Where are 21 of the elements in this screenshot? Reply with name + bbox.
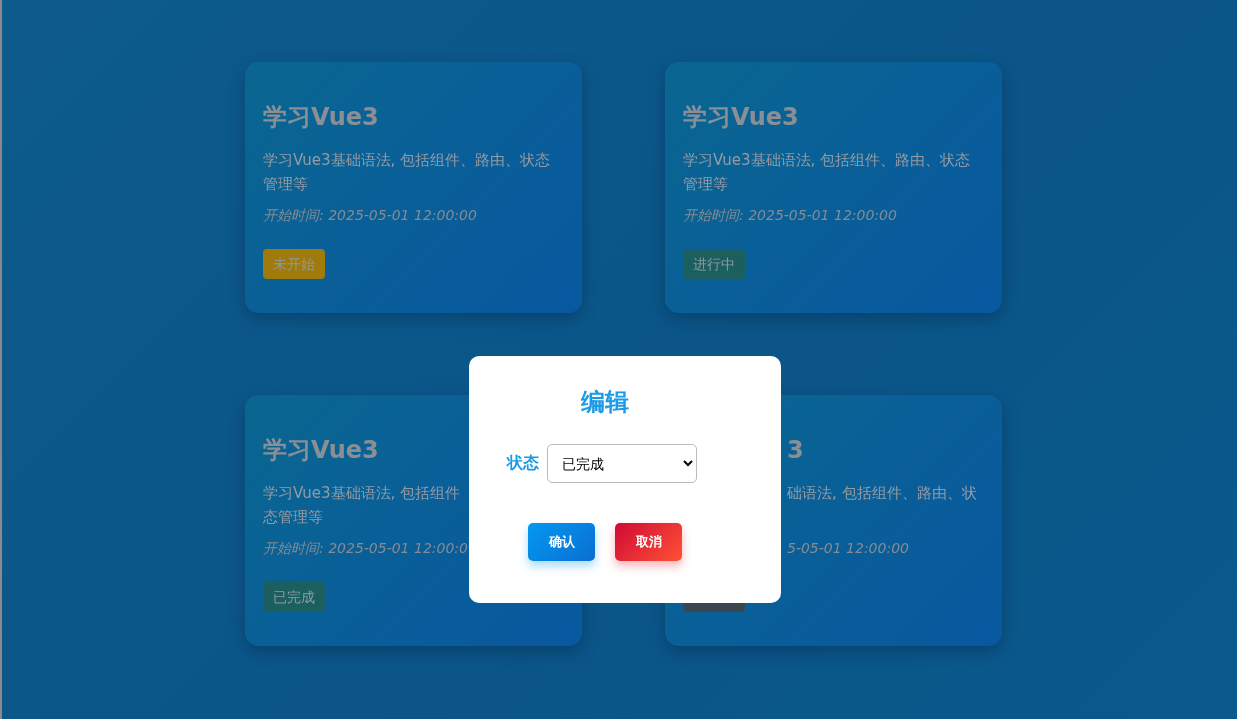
confirm-button[interactable]: 确认: [528, 523, 595, 561]
card-description: 态管理等: [263, 507, 323, 528]
card-description: 学习Vue3基础语法, 包括组件: [263, 483, 461, 504]
start-time: 开始时间: 2025-05-01 12:00:0: [263, 540, 468, 558]
card-description: 础语法, 包括组件、路由、状: [787, 483, 977, 504]
status-select[interactable]: 已完成: [547, 444, 697, 483]
card-description: 学习Vue3基础语法, 包括组件、路由、状态管理等: [683, 150, 972, 195]
card-title: 3: [787, 435, 804, 465]
card-title: 学习Vue3: [683, 102, 799, 132]
status-badge: 进行中: [683, 249, 745, 279]
dialog-title: 编辑: [580, 387, 630, 418]
start-time: 5-05-01 12:00:00: [787, 540, 909, 556]
card-title: 学习Vue3: [263, 102, 379, 132]
field-label: 状态: [507, 453, 539, 474]
card-description: 学习Vue3基础语法, 包括组件、路由、状态管理等: [263, 150, 552, 195]
status-badge: 已完成: [263, 582, 325, 612]
start-time: 开始时间: 2025-05-01 12:00:00: [263, 207, 477, 225]
card-title: 学习Vue3: [263, 435, 379, 465]
status-badge: 未开始: [263, 249, 325, 279]
start-time: 开始时间: 2025-05-01 12:00:00: [683, 207, 897, 225]
cancel-button[interactable]: 取消: [615, 523, 682, 561]
